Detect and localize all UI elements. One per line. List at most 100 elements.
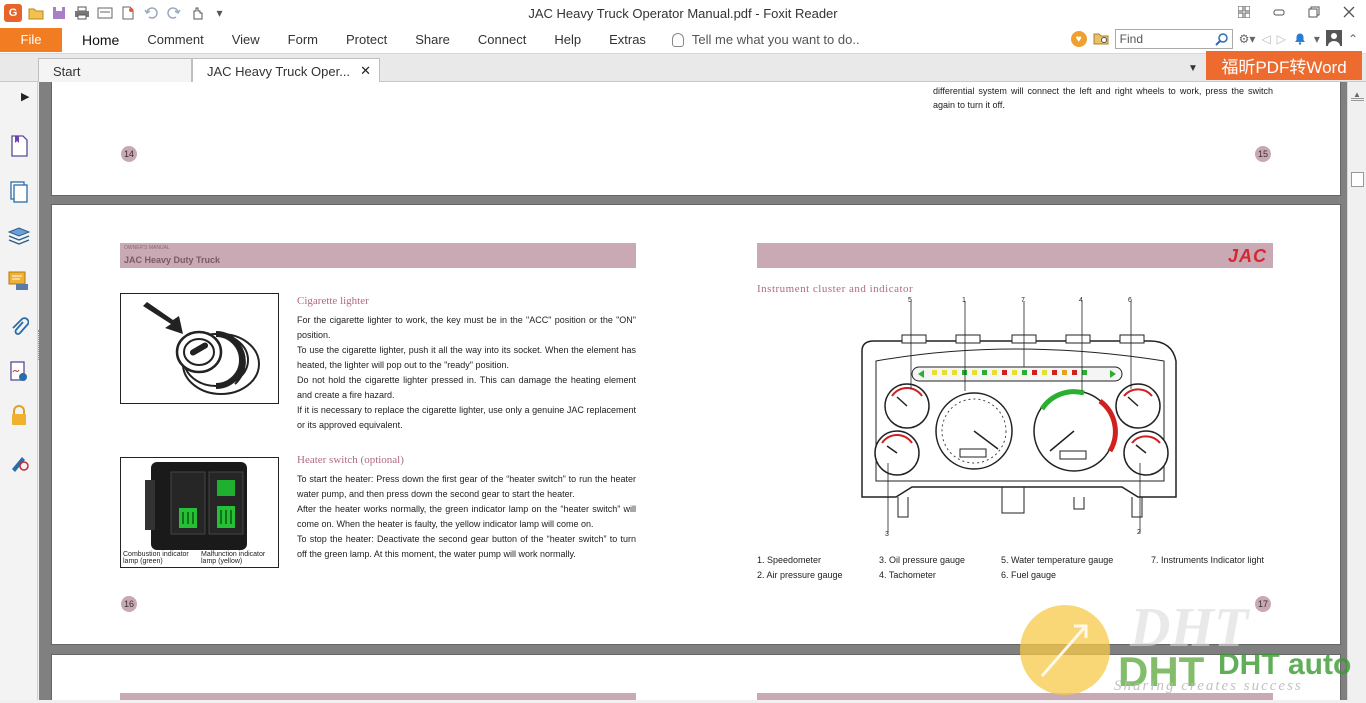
search-settings-icon[interactable]: ⚙▾ [1239, 32, 1256, 46]
find-input[interactable]: Find [1114, 29, 1233, 49]
callout-2: 2 [1137, 529, 1141, 536]
ribbon-menu-bar: File Home Comment View Form Protect Shar… [0, 26, 1366, 54]
tab-list-dropdown-icon[interactable]: ▼ [1188, 63, 1198, 74]
heater-paragraph: After the heater works normally, the gre… [297, 504, 636, 529]
search-icon[interactable] [1214, 32, 1229, 46]
callout-7: 7 [1021, 297, 1025, 304]
tell-me-text: Tell me what you want to do.. [691, 32, 860, 47]
bookmark-icon[interactable] [7, 134, 31, 158]
signatures-icon[interactable] [7, 360, 31, 384]
legend-item: 4. Tachometer [879, 570, 936, 580]
legend-item: 7. Instruments Indicator light [1151, 555, 1265, 565]
new-document-icon[interactable] [118, 4, 137, 23]
chevron-down-icon[interactable]: ▾ [210, 4, 229, 23]
tab-start[interactable]: Start [38, 58, 192, 82]
tab-start-label: Start [53, 64, 81, 79]
header-title: JAC Heavy Duty Truck [124, 255, 221, 265]
close-tab-icon[interactable]: ✕ [360, 63, 371, 79]
save-icon[interactable] [49, 4, 68, 23]
cigarette-paragraph: Do not hold the cigarette lighter presse… [297, 375, 636, 400]
heater-switch-photo: Combustion indicator lamp (green) Malfun… [120, 457, 279, 568]
document-tab-bar: Start JAC Heavy Truck Oper... ✕ ▼ [0, 54, 1366, 82]
certificate-icon[interactable] [7, 450, 31, 474]
callout-4: 4 [1079, 297, 1083, 304]
menu-connect[interactable]: Connect [464, 32, 540, 47]
document-viewer[interactable]: differential system will connect the lef… [39, 82, 1347, 700]
file-menu-button[interactable]: File [0, 27, 62, 52]
legend-item: 3. Oil pressure gauge [879, 555, 966, 565]
redo-icon[interactable] [164, 4, 183, 23]
heart-icon[interactable]: ♥ [1070, 31, 1087, 47]
quick-access-toolbar: G ▾ [0, 4, 229, 23]
heater-switch-text: To start the heater: Press down the firs… [297, 472, 636, 562]
ribbon-layout-icon[interactable] [1226, 0, 1261, 24]
properties-icon[interactable] [95, 4, 114, 23]
tab-document[interactable]: JAC Heavy Truck Oper... ✕ [192, 58, 380, 82]
callout-5: 5 [908, 297, 912, 304]
cigarette-paragraph: For the cigarette lighter to work, the k… [297, 315, 636, 340]
close-icon[interactable] [1331, 0, 1366, 24]
window-controls [1226, 0, 1366, 24]
tell-me-box[interactable]: Tell me what you want to do.. [671, 32, 860, 47]
lock-icon[interactable] [7, 404, 31, 428]
scroll-split-handle[interactable] [1351, 98, 1364, 101]
find-placeholder: Find [1119, 32, 1143, 46]
menu-share[interactable]: Share [401, 32, 464, 47]
menu-home[interactable]: Home [68, 32, 133, 48]
page-thumbnails-icon[interactable] [7, 180, 31, 204]
folder-search-icon[interactable] [1093, 31, 1109, 48]
layers-icon[interactable] [7, 225, 31, 249]
expand-panel-icon[interactable]: ▶ [21, 90, 29, 103]
navigation-sidebar: ▶ [0, 82, 38, 700]
vertical-scrollbar[interactable]: ▲ [1347, 82, 1366, 700]
header-small-text: OWNER'S MANUAL [124, 245, 170, 251]
hand-tool-icon[interactable] [187, 4, 206, 23]
legend-item: 1. Speedometer [757, 555, 822, 565]
open-icon[interactable] [26, 4, 45, 23]
pdf-to-word-promo-button[interactable]: 福昕PDF转Word [1206, 51, 1362, 80]
page-number-16: 16 [121, 596, 137, 612]
instrument-cluster-title: Instrument cluster and indicator [757, 283, 914, 295]
collapse-ribbon-icon[interactable]: ⌃ [1348, 32, 1358, 46]
app-logo[interactable]: G [4, 4, 22, 22]
cigarette-lighter-illustration [120, 293, 279, 404]
right-toolbar: ♥ Find ⚙▾ ◁ ▷ ▾ ⌃ [1070, 29, 1358, 49]
page-16-header: OWNER'S MANUAL JAC Heavy Duty Truck [120, 243, 636, 268]
user-account-icon[interactable] [1325, 29, 1342, 49]
comments-icon[interactable] [7, 269, 31, 293]
legend-item: 6. Fuel gauge [1001, 570, 1057, 580]
page-17-header: JAC [757, 243, 1273, 268]
callout-3: 3 [885, 531, 889, 538]
pdf-page-18-19 [51, 654, 1341, 700]
chevron-down-icon[interactable]: ▾ [1314, 32, 1320, 46]
undo-icon[interactable] [141, 4, 160, 23]
heater-paragraph: To stop the heater: Deactivate the secon… [297, 534, 636, 559]
next-result-icon[interactable]: ▷ [1277, 32, 1286, 46]
previous-result-icon[interactable]: ◁ [1261, 32, 1270, 46]
cigarette-lighter-title: Cigarette lighter [297, 295, 369, 307]
heater-switch-title: Heater switch (optional) [297, 454, 404, 466]
pdf-page-16-17: OWNER'S MANUAL JAC Heavy Duty Truck JAC … [51, 204, 1341, 645]
cigarette-paragraph: To use the cigarette lighter, push it al… [297, 345, 636, 370]
cigarette-lighter-text: For the cigarette lighter to work, the k… [297, 313, 636, 433]
page-number-14: 14 [121, 146, 137, 162]
restore-icon[interactable] [1296, 0, 1331, 24]
minimize-icon[interactable] [1261, 0, 1296, 24]
page-18-header [120, 693, 636, 700]
malfunction-lamp-caption: Malfunction indicator lamp (yellow) [201, 551, 266, 565]
menu-protect[interactable]: Protect [332, 32, 401, 47]
instrument-cluster-diagram: 5 1 7 4 6 3 2 [852, 297, 1182, 541]
menu-view[interactable]: View [218, 32, 274, 47]
scrollbar-thumb[interactable] [1351, 172, 1364, 187]
title-bar: G ▾ JAC Heavy Truck Operator Manual.pdf … [0, 0, 1366, 26]
menu-form[interactable]: Form [274, 32, 332, 47]
menu-extras[interactable]: Extras [595, 32, 660, 47]
notification-bell-icon[interactable] [1292, 31, 1308, 48]
legend-item: 5. Water temperature gauge [1001, 555, 1114, 565]
menu-help[interactable]: Help [540, 32, 595, 47]
print-icon[interactable] [72, 4, 91, 23]
combustion-lamp-caption: Combustion indicator lamp (green) [123, 551, 189, 565]
attachments-icon[interactable] [7, 315, 31, 339]
pdf-page-14-15: differential system will connect the lef… [51, 82, 1341, 196]
menu-comment[interactable]: Comment [133, 32, 217, 47]
